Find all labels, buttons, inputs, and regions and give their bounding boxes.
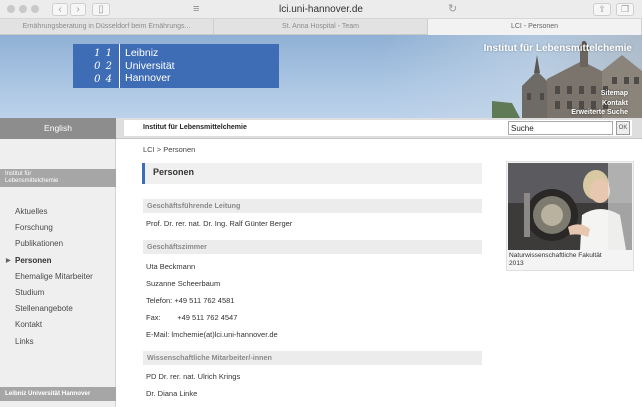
sidebar-item-studium[interactable]: Studium [0, 285, 116, 301]
sidebar-item-stellenangebote[interactable]: Stellenangebote [0, 301, 116, 317]
url-bar[interactable]: lci.uni-hannover.de [178, 2, 464, 17]
breadcrumb[interactable]: LCI > Personen [143, 145, 195, 154]
sidebar-institute-label[interactable]: Institut für Lebensmittelchemie [0, 169, 116, 187]
sidebar-toggle-icon[interactable]: ▯ [92, 3, 110, 16]
page-title: Personen [153, 167, 195, 177]
header-banner: 1 1 0 2 0 4 Leibniz Universität Hannover… [0, 35, 642, 118]
sidebar: Institut für Lebensmittelchemie Aktuelle… [0, 139, 116, 407]
tab-st-anna[interactable]: St. Anna Hospital - Team [214, 19, 428, 35]
sidebar-item-ehemalige-mitarbeiter[interactable]: Ehemalige Mitarbeiter [0, 269, 116, 285]
person-scheerbaum[interactable]: Suzanne Scheerbaum [146, 279, 220, 288]
sidebar-menu: Aktuelles Forschung Publikationen ▶ Pers… [0, 204, 116, 350]
navigation-bar: English Institut für Lebensmittelchemie … [0, 118, 642, 139]
sidebar-item-kontakt[interactable]: Kontakt [0, 317, 116, 333]
photo-caption: Naturwissenschaftliche Fakultät 2013 [509, 252, 602, 267]
section-heading-geschaeftszimmer: Geschäftszimmer [143, 240, 482, 254]
logo-wordmark: Leibniz Universität Hannover [125, 47, 175, 84]
logo-numbers: 1 1 0 2 0 4 [94, 48, 113, 85]
window-minimize-dot[interactable] [19, 5, 27, 13]
section-heading-leitung: Geschäftsführende Leitung [143, 199, 482, 213]
faculty-photo [508, 163, 632, 250]
back-button[interactable]: ‹ [52, 3, 68, 16]
tab-ernaehrungsberatung[interactable]: Ernährungsberatung in Düsseldorf beim Er… [0, 19, 214, 35]
person-krings[interactable]: PD Dr. rer. nat. Ulrich Krings [146, 372, 240, 381]
email-line[interactable]: E-Mail: lmchemie(at)lci.uni-hannover.de [146, 330, 278, 339]
forward-button[interactable]: › [70, 3, 86, 16]
language-switch[interactable]: English [0, 118, 116, 139]
navbar-title[interactable]: Institut für Lebensmittelchemie [143, 122, 247, 134]
sidebar-item-publikationen[interactable]: Publikationen [0, 236, 116, 252]
share-icon[interactable]: ⇧ [593, 3, 611, 16]
person-linke[interactable]: Dr. Diana Linke [146, 389, 197, 398]
institute-title: Institut für Lebensmittelchemie [483, 43, 632, 54]
page-title-box: Personen [142, 163, 482, 184]
window-close-dot[interactable] [7, 5, 15, 13]
kontakt-link[interactable]: Kontakt [571, 99, 628, 109]
sitemap-link[interactable]: Sitemap [571, 89, 628, 99]
section-heading-mitarbeiter: Wissenschaftliche Mitarbeiter/-innen [143, 351, 482, 365]
sidebar-item-links[interactable]: Links [0, 334, 116, 350]
header-links: Sitemap Kontakt Erweiterte Suche [571, 89, 628, 118]
fax-line: Fax: +49 511 762 4547 [146, 313, 238, 322]
university-logo[interactable]: 1 1 0 2 0 4 Leibniz Universität Hannover [73, 44, 279, 88]
sidebar-item-forschung[interactable]: Forschung [0, 220, 116, 236]
search-ok-button[interactable]: OK [616, 121, 630, 135]
reload-icon[interactable]: ↻ [448, 2, 457, 15]
person-beckmann[interactable]: Uta Beckmann [146, 262, 195, 271]
active-arrow-icon: ▶ [6, 257, 11, 264]
tab-bar: Ernährungsberatung in Düsseldorf beim Er… [0, 19, 642, 35]
telefon-line: Telefon: +49 511 762 4581 [146, 296, 235, 305]
window-zoom-dot[interactable] [31, 5, 39, 13]
sidebar-footer-link[interactable]: Leibniz Universität Hannover [0, 387, 116, 401]
search-input[interactable] [508, 121, 613, 135]
browser-toolbar: ‹ › ▯ ≡ lci.uni-hannover.de ↻ ⇧ ❐ [0, 0, 642, 19]
person-berger[interactable]: Prof. Dr. rer. nat. Dr. Ing. Ralf Günter… [146, 219, 292, 228]
tab-lci-personen[interactable]: LCI - Personen [428, 19, 642, 35]
advanced-search-link[interactable]: Erweiterte Suche [571, 108, 628, 118]
url-text: lci.uni-hannover.de [279, 4, 363, 15]
tabs-overview-icon[interactable]: ❐ [616, 3, 634, 16]
sidebar-item-personen[interactable]: ▶ Personen [0, 253, 116, 269]
sidebar-item-aktuelles[interactable]: Aktuelles [0, 204, 116, 220]
